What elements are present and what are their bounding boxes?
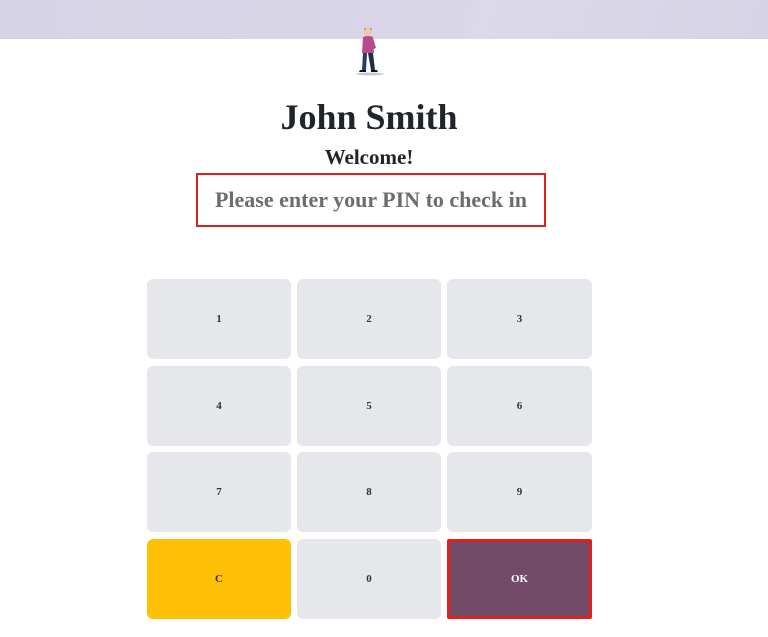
ok-button[interactable]: OK xyxy=(447,538,592,619)
key-0-button[interactable]: 0 xyxy=(297,538,441,619)
key-3-button[interactable]: 3 xyxy=(447,279,592,359)
key-6-button[interactable]: 6 xyxy=(447,365,592,446)
pin-instruction: Please enter your PIN to check in xyxy=(196,173,546,227)
key-4-button[interactable]: 4 xyxy=(147,365,291,446)
key-7-button[interactable]: 7 xyxy=(147,452,291,532)
pin-keypad: 1 2 3 4 5 6 7 8 9 C 0 OK xyxy=(147,279,592,619)
employee-avatar-icon xyxy=(352,24,388,78)
clear-button[interactable]: C xyxy=(147,538,291,619)
key-1-button[interactable]: 1 xyxy=(147,279,291,359)
key-9-button[interactable]: 9 xyxy=(447,452,592,532)
welcome-message: Welcome! xyxy=(324,145,414,169)
key-5-button[interactable]: 5 xyxy=(297,365,441,446)
employee-name: John Smith xyxy=(280,97,458,137)
key-2-button[interactable]: 2 xyxy=(297,279,441,359)
key-8-button[interactable]: 8 xyxy=(297,452,441,532)
